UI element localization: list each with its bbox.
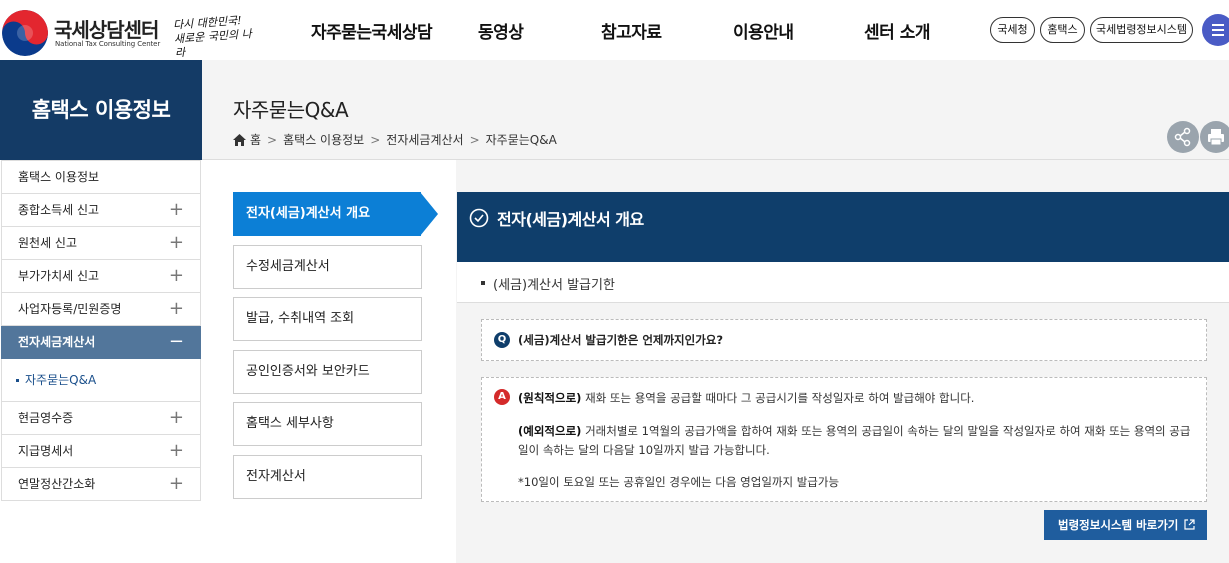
collapse-icon: −	[168, 331, 184, 352]
external-link-icon	[1184, 519, 1195, 530]
link-button-label: 법령정보시스템 바로가기	[1058, 518, 1179, 532]
sidebar-item-payment-statement[interactable]: 지급명세서 +	[1, 435, 201, 468]
nav-video[interactable]: 동영상	[478, 18, 524, 43]
tab-label: 수정세금계산서	[246, 259, 330, 274]
nav-about[interactable]: 센터 소개	[864, 18, 930, 43]
sidebar-menu: 홈택스 이용정보 종합소득세 신고 + 원천세 신고 + 부가가치세 신고 + …	[1, 160, 201, 501]
tab-amended-invoice[interactable]: 수정세금계산서	[233, 245, 422, 289]
nav-reference[interactable]: 참고자료	[601, 18, 662, 43]
sidebar-item-label: 홈택스 이용정보	[18, 170, 100, 184]
expand-icon: +	[168, 298, 184, 319]
breadcrumb-current: 자주묻는Q&A	[485, 133, 557, 147]
answer-exception: (예외적으로) 거래처별로 1역월의 공급가액을 합하여 재화 또는 용역의 공…	[518, 422, 1198, 460]
answer-principle-text: 재화 또는 용역을 공급할 때마다 그 공급시기를 작성일자로 하여 발급해야 …	[581, 391, 975, 405]
slogan: 다시 대한민국! 새로운 국민의 나라	[173, 13, 254, 60]
breadcrumb: 홈 > 홈택스 이용정보 > 전자세금계산서 > 자주묻는Q&A	[233, 131, 557, 148]
sidebar-item-label: 원천세 신고	[18, 236, 78, 250]
question-badge-icon: Q	[494, 332, 510, 348]
expand-icon: +	[168, 473, 184, 494]
answer-exception-label: (예외적으로)	[518, 424, 582, 438]
sidebar-item-label: 현금영수증	[18, 411, 74, 425]
sidebar-item-label: 전자세금계산서	[18, 335, 96, 349]
expand-icon: +	[168, 199, 184, 220]
tab-label: 전자(세금)계산서 개요	[246, 206, 371, 221]
bullet-icon	[481, 281, 485, 285]
tab-e-invoice[interactable]: 전자계산서	[233, 455, 422, 499]
logo-text: 국세상담센터	[54, 18, 159, 42]
section-heading-text: (세금)계산서 발급기한	[493, 278, 615, 293]
answer-exception-text: 거래처별로 1역월의 공급가액을 합하여 재화 또는 용역의 공급일이 속하는 …	[518, 424, 1191, 457]
sidebar-subitem-faq[interactable]: 자주묻는Q&A	[1, 359, 201, 401]
chevron-right-icon: >	[469, 133, 480, 147]
sidebar-title: 홈택스 이용정보	[0, 60, 202, 160]
page-title: 자주묻는Q&A	[233, 98, 349, 122]
expand-icon: +	[168, 407, 184, 428]
tab-issue-history[interactable]: 발급, 수취내역 조회	[233, 297, 422, 341]
sidebar-item-label: 연말정산간소화	[18, 477, 96, 491]
sidebar-item-vat[interactable]: 부가가치세 신고 +	[1, 260, 201, 293]
sidebar-item-label: 부가가치세 신고	[18, 269, 100, 283]
site-header: 국세상담센터 National Tax Consulting Center 다시…	[0, 0, 1229, 60]
sidebar-item-label: 지급명세서	[18, 444, 74, 458]
answer-box: A (원칙적으로) 재화 또는 용역을 공급할 때마다 그 공급시기를 작성일자…	[481, 377, 1207, 502]
menu-button[interactable]	[1202, 14, 1229, 46]
expand-icon: +	[168, 265, 184, 286]
tab-label: 홈택스 세부사항	[246, 416, 334, 431]
link-nts[interactable]: 국세청	[990, 17, 1035, 43]
slogan-line-2: 새로운 국민의 나라	[173, 27, 253, 60]
chevron-right-icon: >	[267, 133, 278, 147]
sidebar-item-year-end-settlement[interactable]: 연말정산간소화 +	[1, 468, 201, 501]
tab-label: 발급, 수취내역 조회	[246, 311, 355, 326]
answer-principle-label: (원칙적으로)	[518, 391, 582, 405]
nav-faq[interactable]: 자주묻는국세상담	[311, 18, 433, 43]
question-box: Q (세금)계산서 발급기한은 언제까지인가요?	[481, 319, 1207, 361]
check-circle-icon	[469, 208, 489, 228]
section-heading: (세금)계산서 발급기한	[457, 262, 1229, 303]
panel-header: 전자(세금)계산서 개요	[457, 192, 1229, 262]
tab-label: 전자계산서	[246, 469, 306, 484]
tab-arrow-icon	[420, 192, 438, 236]
breadcrumb-hometax-info[interactable]: 홈택스 이용정보	[283, 133, 364, 147]
chevron-right-icon: >	[370, 133, 381, 147]
print-button[interactable]	[1200, 121, 1229, 153]
tab-e-invoice-overview[interactable]: 전자(세금)계산서 개요	[233, 192, 438, 236]
answer-badge-icon: A	[494, 389, 510, 405]
bullet-icon	[16, 379, 19, 382]
sidebar-item-cash-receipt[interactable]: 현금영수증 +	[1, 401, 201, 435]
print-icon	[1208, 129, 1224, 146]
sidebar-item-label: 사업자등록/민원증명	[18, 302, 122, 316]
question-text: (세금)계산서 발급기한은 언제까지인가요?	[518, 333, 724, 347]
breadcrumb-home[interactable]: 홈	[250, 133, 261, 147]
share-icon	[1174, 127, 1191, 147]
sidebar-subitem-label: 자주묻는Q&A	[25, 373, 97, 387]
sidebar-item-business-registration[interactable]: 사업자등록/민원증명 +	[1, 293, 201, 326]
panel-title: 전자(세금)계산서 개요	[497, 210, 644, 229]
government-emblem-icon	[2, 10, 48, 56]
logo-english-text: National Tax Consulting Center	[55, 40, 161, 48]
nav-guide[interactable]: 이용안내	[733, 18, 794, 43]
sidebar-item-withholding-tax[interactable]: 원천세 신고 +	[1, 227, 201, 260]
expand-icon: +	[168, 232, 184, 253]
link-hometax[interactable]: 홈택스	[1040, 17, 1085, 43]
tab-label: 공인인증서와 보안카드	[246, 364, 370, 379]
site-logo[interactable]: 국세상담센터 National Tax Consulting Center 다시…	[2, 10, 252, 60]
link-law-system[interactable]: 국세법령정보시스템	[1090, 17, 1193, 43]
tab-hometax-details[interactable]: 홈택스 세부사항	[233, 402, 422, 446]
sidebar-item-e-tax-invoice[interactable]: 전자세금계산서 −	[1, 326, 201, 359]
answer-principle: (원칙적으로) 재화 또는 용역을 공급할 때마다 그 공급시기를 작성일자로 …	[518, 390, 974, 406]
sidebar-item-hometax-info[interactable]: 홈택스 이용정보	[1, 160, 201, 194]
law-system-link-button[interactable]: 법령정보시스템 바로가기	[1044, 510, 1207, 540]
expand-icon: +	[168, 440, 184, 461]
tab-certificate[interactable]: 공인인증서와 보안카드	[233, 350, 422, 394]
sidebar-item-label: 종합소득세 신고	[18, 203, 100, 217]
answer-note: *10일이 토요일 또는 공휴일인 경우에는 다음 영업일까지 발급가능	[518, 475, 840, 489]
breadcrumb-e-tax-invoice[interactable]: 전자세금계산서	[386, 133, 463, 147]
sidebar-item-income-tax[interactable]: 종합소득세 신고 +	[1, 194, 201, 227]
home-icon[interactable]	[233, 134, 246, 146]
share-button[interactable]	[1167, 121, 1199, 153]
